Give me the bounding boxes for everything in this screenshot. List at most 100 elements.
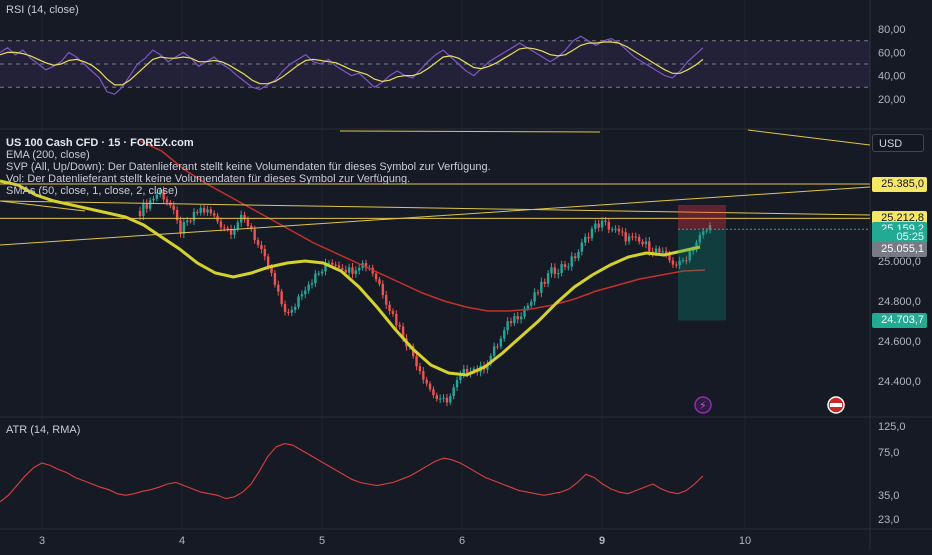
candle-body (385, 295, 388, 305)
candle-body (533, 292, 536, 302)
candle-body (391, 311, 395, 314)
candle-body (351, 267, 354, 274)
currency-button[interactable]: USD (872, 134, 924, 152)
time-tick-label: 3 (39, 535, 45, 547)
candle-body (304, 290, 307, 295)
candle-body (418, 366, 422, 372)
time-tick-label: 10 (739, 535, 751, 547)
candle-body (347, 267, 351, 273)
candle-body (631, 236, 634, 238)
candle-body (563, 264, 567, 267)
legend-ema: EMA (200, close) (6, 149, 90, 161)
rsi-legend: RSI (14, close) (6, 4, 79, 16)
candle-body (455, 380, 459, 388)
candle-body (196, 211, 199, 213)
atr-tick-label: 125,0 (878, 421, 906, 433)
candle-body (213, 213, 216, 216)
price-badge: 25.055,1 (872, 242, 927, 258)
price-tick-label: 24.800,0 (878, 296, 921, 308)
candle-body (152, 198, 155, 201)
candle-body (223, 227, 226, 229)
candle-body (172, 205, 175, 210)
candle-body (425, 379, 428, 384)
candle-body (536, 292, 540, 294)
candle-body (297, 296, 300, 307)
candle-body (179, 220, 182, 234)
candle-body (206, 209, 209, 213)
candle-body (277, 284, 280, 292)
candle-body (661, 251, 664, 253)
candle-body (344, 269, 347, 273)
candle-body (614, 228, 617, 230)
price-badge: 25.385,0 (872, 176, 927, 192)
candle-body (671, 260, 675, 265)
chart[interactable]: 80,00 60,00 40,00 20,00 25.000,0 24.800,0 24.6… (0, 0, 932, 550)
price-title: US 100 Cash CFD · 15 · FOREX.com (6, 137, 194, 149)
candle-body (226, 228, 229, 230)
candle-body (590, 228, 594, 239)
position-stop-zone (678, 205, 726, 230)
legend-vol: Vol: Der Datenlieferant stellt keine Vol… (6, 173, 411, 185)
candle-body (142, 203, 145, 216)
candle-body (358, 267, 361, 271)
candle-body (145, 203, 148, 209)
lightning-icon-glyph: ⚡ (699, 400, 707, 412)
atr-tick-label: 23,0 (878, 514, 899, 526)
candle-body (624, 232, 627, 242)
candle-body (637, 237, 641, 242)
candle-body (540, 281, 543, 293)
candle-body (334, 264, 337, 266)
candle-body (503, 330, 506, 339)
candle-body (253, 229, 256, 241)
candle-body (438, 398, 442, 400)
atr-title: ATR (14, RMA) (6, 424, 81, 436)
price-badge: 24.703,7 (872, 312, 927, 328)
candle-body (519, 316, 523, 320)
atr-tick-label: 75,0 (878, 447, 899, 459)
candle-body (422, 371, 425, 380)
candle-body (570, 256, 573, 267)
rsi-title: RSI (14, close) (6, 4, 79, 16)
candle-body (189, 220, 192, 222)
candle-body (378, 279, 381, 284)
candle-body (509, 321, 513, 324)
candle-body (236, 222, 240, 230)
candle-body (604, 220, 607, 222)
candle-body (290, 309, 293, 313)
candle-body (492, 346, 496, 356)
candle-body (273, 272, 277, 285)
candle-body (557, 273, 560, 275)
candle-body (577, 251, 580, 259)
candle-body (621, 231, 624, 233)
candle-body (580, 242, 584, 252)
candle-body (395, 313, 398, 326)
rsi-tick-label: 20,00 (878, 94, 906, 106)
candle-body (594, 223, 597, 229)
candle-body (260, 245, 263, 250)
candle-body (543, 281, 546, 284)
chart-canvas[interactable]: 80,00 60,00 40,00 20,00 25.000,0 24.800,0 24.6… (0, 0, 932, 550)
candle-body (337, 265, 341, 268)
candle-body (202, 207, 206, 213)
candle-body (192, 211, 196, 221)
price-tick-label: 25.000,0 (878, 256, 921, 268)
candle-body (526, 305, 530, 309)
candle-body (675, 264, 678, 266)
candle-body (270, 267, 273, 273)
candle-body (280, 291, 283, 305)
candle-body (452, 387, 455, 397)
legend-svp: SVP (All, Up/Down): Der Datenlieferant s… (6, 161, 491, 173)
candle-body (317, 273, 320, 275)
candle-body (648, 241, 651, 252)
candle-body (530, 301, 533, 306)
candle-body (432, 389, 435, 396)
candle-body (199, 207, 202, 213)
candle-body (428, 383, 432, 390)
candle-body (597, 223, 600, 228)
us-flag-stripe (830, 403, 842, 407)
candle-body (587, 236, 590, 239)
candle-body (415, 356, 418, 367)
candle-body (560, 264, 563, 274)
candle-body (398, 325, 401, 327)
candle-body (300, 294, 304, 297)
